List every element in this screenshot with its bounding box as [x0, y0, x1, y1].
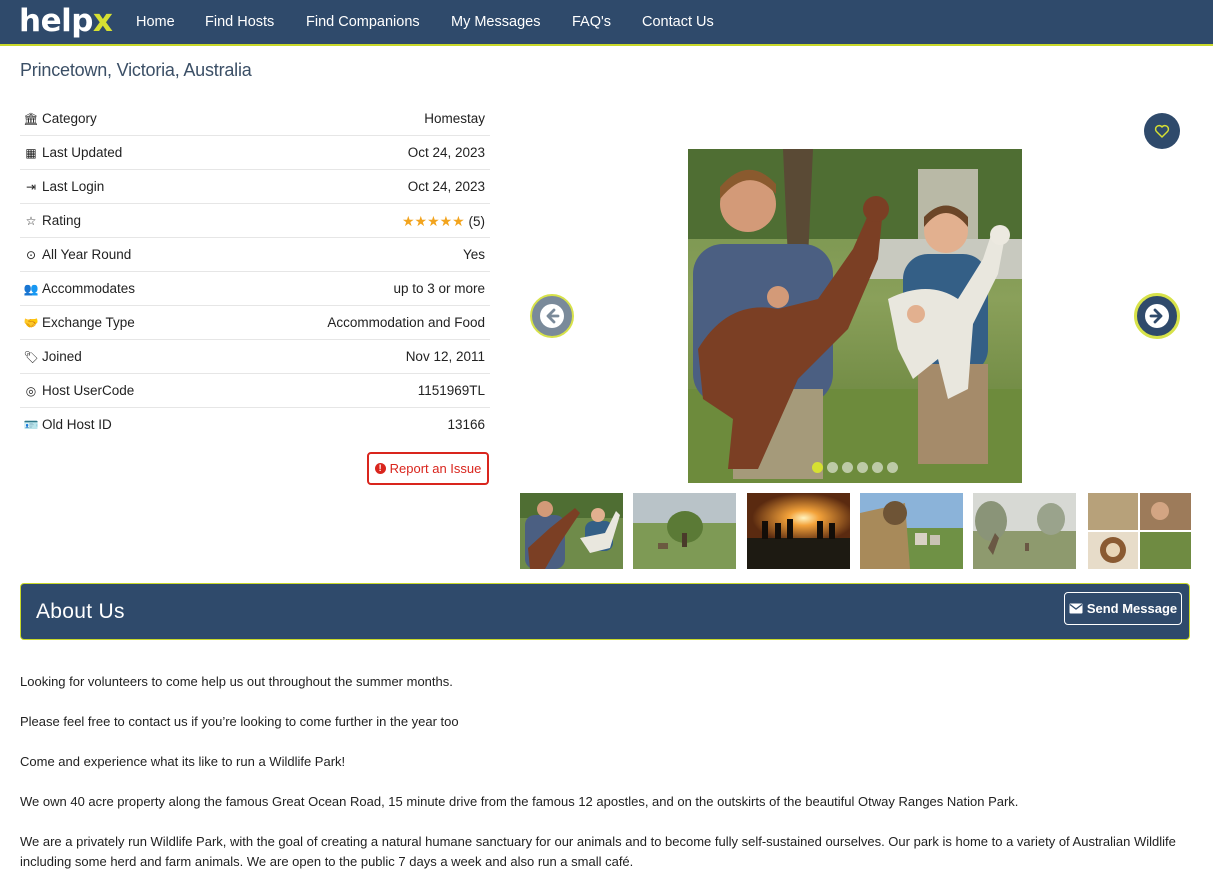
- info-value: Nov 12, 2011: [405, 349, 485, 364]
- nav-find-companions[interactable]: Find Companions: [306, 14, 420, 30]
- about-paragraph: Please feel free to contact us if you’re…: [20, 714, 459, 729]
- info-value: Yes: [462, 247, 485, 262]
- info-value: up to 3 or more: [393, 281, 485, 296]
- bank-icon: 🏛: [23, 112, 39, 126]
- about-paragraph: We own 40 acre property along the famous…: [20, 794, 1019, 809]
- host-info-table: 🏛 Category Homestay ▦ Last Updated Oct 24,…: [20, 102, 490, 442]
- gallery-thumbnail[interactable]: [860, 493, 963, 569]
- clock-icon: ⊙: [25, 248, 37, 262]
- info-row-category: 🏛 Category Homestay: [20, 102, 490, 136]
- about-us-title: About Us: [36, 600, 125, 623]
- star-outline-icon: ☆: [25, 214, 37, 228]
- envelope-icon: [1069, 603, 1083, 614]
- gallery-thumbnail[interactable]: [520, 493, 623, 569]
- info-row-exchange-type: 🤝 Exchange Type Accommodation and Food: [20, 306, 490, 340]
- arrow-right-circle-icon: [1145, 304, 1169, 328]
- nav-find-hosts[interactable]: Find Hosts: [205, 14, 274, 30]
- tag-icon: 🏷: [23, 350, 39, 364]
- exclamation-circle-icon: !: [374, 463, 386, 474]
- nav-faqs[interactable]: FAQ's: [572, 14, 611, 30]
- gallery-main-photo[interactable]: [688, 149, 1022, 483]
- about-us-header: About Us Send Message: [20, 583, 1190, 640]
- info-value: Oct 24, 2023: [407, 179, 485, 194]
- info-row-last-login: ⇥ Last Login Oct 24, 2023: [20, 170, 490, 204]
- sign-in-icon: ⇥: [25, 180, 37, 194]
- gallery-dot[interactable]: [857, 462, 868, 473]
- info-row-rating: ☆ Rating ★★★★★ (5): [20, 204, 490, 238]
- info-label: All Year Round: [42, 247, 132, 262]
- rating-count: (5): [468, 214, 486, 229]
- gallery-thumbnail[interactable]: [1088, 493, 1191, 569]
- report-issue-label: Report an Issue: [389, 461, 482, 476]
- favorite-button[interactable]: [1144, 113, 1180, 149]
- arrow-left-circle-icon: [540, 304, 564, 328]
- info-value: 13166: [447, 417, 485, 432]
- info-value: Accommodation and Food: [327, 315, 485, 330]
- info-value: Homestay: [424, 111, 485, 126]
- info-label: Exchange Type: [42, 315, 135, 330]
- info-label: Category: [42, 111, 97, 126]
- nav-contact-us[interactable]: Contact Us: [642, 14, 714, 30]
- about-paragraph: Come and experience what its like to run…: [20, 754, 346, 769]
- info-row-host-usercode: ◎ Host UserCode 1151969TL: [20, 374, 490, 408]
- nav-home[interactable]: Home: [136, 14, 175, 30]
- gallery-next-button[interactable]: [1134, 293, 1180, 339]
- gallery-dot[interactable]: [827, 462, 838, 473]
- gallery-dot[interactable]: [872, 462, 883, 473]
- alpaca-photo: [688, 149, 1022, 483]
- info-label: Host UserCode: [42, 383, 135, 398]
- calendar-icon: ▦: [25, 146, 37, 160]
- gallery-dot[interactable]: [887, 462, 898, 473]
- info-label: Rating: [42, 213, 82, 228]
- gallery-thumbnail[interactable]: [973, 493, 1076, 569]
- rating-stars: ★★★★★: [401, 213, 465, 229]
- about-us-body: Looking for volunteers to come help us o…: [20, 672, 1195, 892]
- gallery-indicators: [812, 462, 898, 473]
- gallery-prev-button[interactable]: [530, 294, 574, 338]
- send-message-button[interactable]: Send Message: [1064, 592, 1182, 625]
- about-paragraph: We are a privately run Wildlife Park, wi…: [20, 834, 1176, 869]
- gallery-dot[interactable]: [812, 462, 823, 473]
- info-label: Joined: [42, 349, 82, 364]
- info-label: Accommodates: [42, 281, 136, 296]
- bullseye-icon: ◎: [25, 384, 37, 398]
- users-icon: 👥: [23, 282, 39, 296]
- info-row-old-host-id: 🪪 Old Host ID 13166: [20, 408, 490, 442]
- handshake-icon: 🤝: [23, 316, 39, 330]
- report-issue-button[interactable]: ! Report an Issue: [367, 452, 489, 485]
- info-label: Old Host ID: [42, 417, 112, 432]
- gallery-dot[interactable]: [842, 462, 853, 473]
- gallery-thumbnail[interactable]: [747, 493, 850, 569]
- info-label: Last Login: [42, 179, 105, 194]
- info-row-all-year-round: ⊙ All Year Round Yes: [20, 238, 490, 272]
- info-row-accommodates: 👥 Accommodates up to 3 or more: [20, 272, 490, 306]
- info-label: Last Updated: [42, 145, 123, 160]
- id-card-icon: 🪪: [23, 418, 39, 432]
- about-paragraph: Looking for volunteers to come help us o…: [20, 674, 453, 689]
- info-value: 1151969TL: [417, 383, 485, 398]
- heart-icon: [1154, 124, 1170, 138]
- info-row-last-updated: ▦ Last Updated Oct 24, 2023: [20, 136, 490, 170]
- send-message-label: Send Message: [1086, 601, 1178, 616]
- top-navbar: helpx Home Find Hosts Find Companions My…: [0, 0, 1213, 46]
- info-row-joined: 🏷 Joined Nov 12, 2011: [20, 340, 490, 374]
- info-value: Oct 24, 2023: [407, 145, 485, 160]
- page-title: Princetown, Victoria, Australia: [20, 60, 252, 80]
- info-value: ★★★★★ (5): [402, 213, 485, 230]
- nav-my-messages[interactable]: My Messages: [451, 14, 540, 30]
- helpx-logo[interactable]: helpx: [19, 3, 113, 39]
- gallery-thumbnail[interactable]: [633, 493, 736, 569]
